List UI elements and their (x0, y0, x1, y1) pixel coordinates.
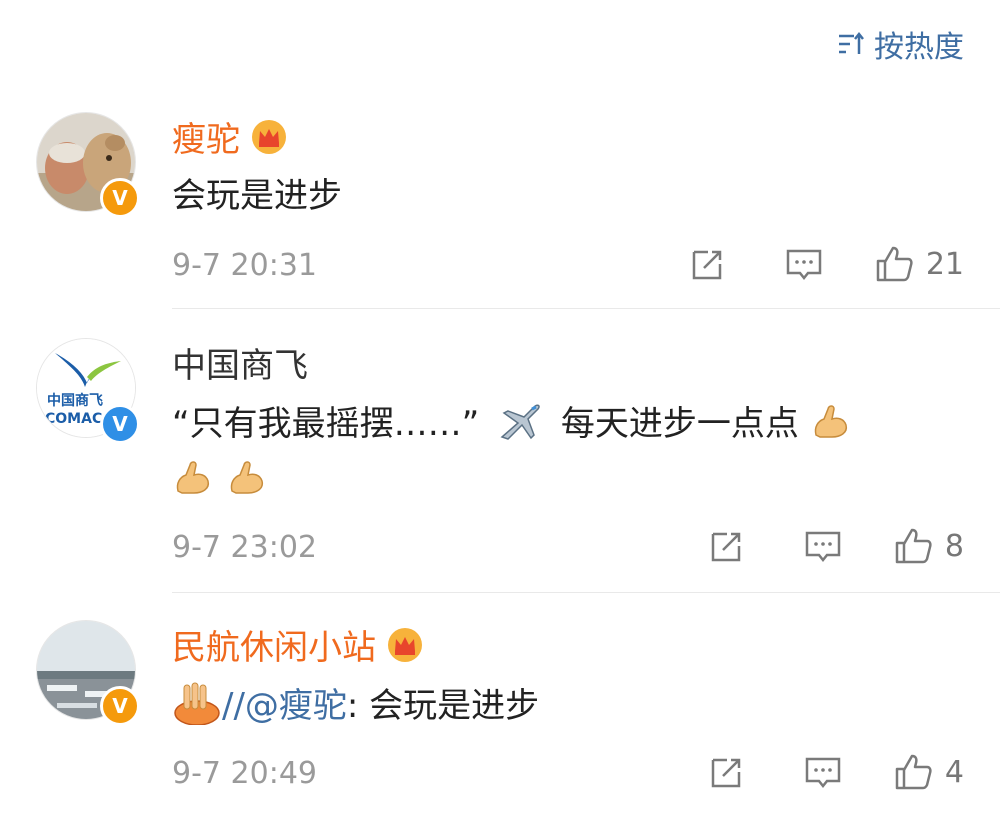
comment-actions: 21 (688, 244, 964, 284)
author-name: 中国商飞 (172, 346, 308, 386)
like-count: 21 (925, 246, 964, 282)
comment-list: 按热度 V 瘦驼 会玩是进步 9-7 20:31 21 中国商飞 COMAC V… (0, 0, 1000, 820)
avatar-text-top: 中国商飞 (47, 392, 103, 409)
divider (172, 592, 1000, 593)
like-button[interactable]: 4 (893, 752, 964, 792)
share-icon[interactable] (707, 526, 747, 566)
verified-badge-icon: V (100, 686, 140, 726)
avatar-text-bottom: COMAC (45, 411, 102, 427)
comment-body: 每天进步一点点 (560, 404, 799, 444)
comment-actions: 4 (707, 752, 964, 792)
reply-icon[interactable] (803, 526, 843, 566)
reply-icon[interactable] (784, 244, 824, 284)
flexed-biceps-emoji-icon (814, 405, 847, 438)
comment-actions: 8 (707, 526, 964, 566)
reply-icon[interactable] (803, 752, 843, 792)
comment-time: 9-7 23:02 (172, 530, 317, 565)
comment-quote: “只有我最摇摆……” (172, 404, 480, 444)
author-name: 民航休闲小站 (172, 628, 376, 668)
like-count: 4 (944, 754, 964, 790)
thumbs-up-icon (893, 526, 933, 566)
like-button[interactable]: 8 (893, 526, 964, 566)
mention-link[interactable]: //@瘦驼 (222, 686, 347, 726)
comment-text: 会玩是进步 (172, 176, 342, 216)
vip-crown-icon (252, 119, 286, 154)
verified-badge-label: V (112, 694, 128, 718)
sort-icon (839, 31, 864, 54)
thumbs-up-icon (893, 752, 933, 792)
comment-body: : 会玩是进步 (346, 686, 540, 726)
thumbs-up-icon (874, 244, 914, 284)
like-button[interactable]: 21 (874, 244, 964, 284)
vip-crown-icon (388, 627, 422, 662)
verified-badge-icon: V (100, 178, 140, 218)
share-icon[interactable] (688, 244, 728, 284)
comment-author[interactable]: 民航休闲小站 (172, 620, 424, 669)
sort-label: 按热度 (874, 30, 964, 65)
comment-text: “只有我最摇摆……” 每天进步一点点 (172, 396, 940, 508)
share-icon[interactable] (707, 752, 747, 792)
flexed-biceps-emoji-icon (230, 461, 264, 494)
verified-badge-label: V (112, 412, 128, 436)
comment-text: //@瘦驼: 会玩是进步 (172, 678, 940, 734)
sort-by-hot-button[interactable]: 按热度 (838, 22, 964, 66)
comment-author[interactable]: 中国商飞 (172, 338, 308, 387)
divider (172, 308, 1000, 309)
comment-time: 9-7 20:31 (172, 248, 317, 283)
airplane-emoji-icon (500, 404, 540, 440)
author-name: 瘦驼 (172, 120, 240, 160)
comment-author[interactable]: 瘦驼 (172, 112, 288, 161)
like-count: 8 (944, 528, 964, 564)
flexed-biceps-emoji-icon (176, 461, 210, 494)
comment-time: 9-7 20:49 (172, 756, 317, 791)
victory-hands-emoji-icon (174, 682, 220, 725)
verified-badge-icon: V (100, 404, 140, 444)
verified-badge-label: V (112, 186, 128, 210)
